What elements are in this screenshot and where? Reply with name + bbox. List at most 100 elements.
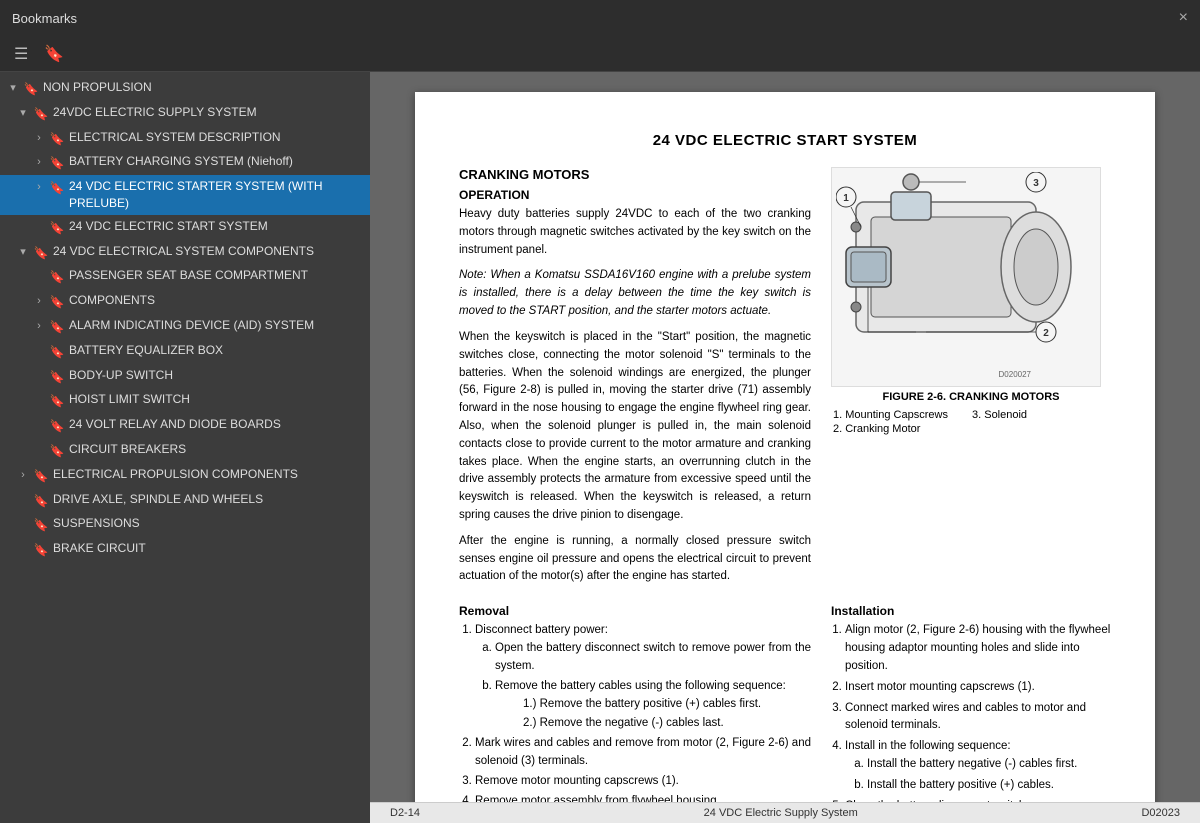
toggle-elec-sys-desc[interactable] [30, 129, 48, 146]
install-step-2: Insert motor mounting capscrews (1). [845, 679, 1111, 697]
installation-list: Align motor (2, Figure 2-6) housing with… [831, 622, 1111, 802]
figure-box: 3 1 2 [831, 167, 1111, 437]
sub-heading-operation: OPERATION [459, 188, 811, 202]
toggle-non-propulsion[interactable] [4, 79, 22, 96]
sidebar-item-24vdc-starter[interactable]: 🔖24 VDC ELECTRIC STARTER SYSTEM (WITH PR… [0, 175, 370, 215]
svg-text:1: 1 [843, 193, 849, 204]
sidebar-label-alarm-device: ALARM INDICATING DEVICE (AID) SYSTEM [66, 317, 366, 334]
bookmark-icon-hoist-limit: 🔖 [48, 391, 66, 410]
removal-step-1b: Remove the battery cables using the foll… [495, 678, 811, 733]
page-footer: D2-14 24 VDC Electric Supply System D020… [370, 802, 1200, 823]
svg-text:2: 2 [1043, 328, 1049, 339]
sidebar-item-components[interactable]: 🔖COMPONENTS [0, 289, 370, 314]
para1: Heavy duty batteries supply 24VDC to eac… [459, 206, 811, 259]
sidebar-label-circuit-breakers: CIRCUIT BREAKERS [66, 441, 366, 458]
bookmark-icon-passenger-seat: 🔖 [48, 267, 66, 286]
removal-step-2: Mark wires and cables and remove from mo… [475, 735, 811, 771]
sidebar-item-24vdc-start[interactable]: 🔖24 VDC ELECTRIC START SYSTEM [0, 215, 370, 240]
toggle-circuit-breakers[interactable] [30, 441, 48, 458]
footer-left: D2-14 [390, 807, 420, 819]
sidebar-label-hoist-limit: HOIST LIMIT SWITCH [66, 391, 366, 408]
sidebar-label-24vdc-starter: 24 VDC ELECTRIC STARTER SYSTEM (WITH PRE… [66, 178, 366, 212]
bookmark-icon-24vdc-supply: 🔖 [32, 104, 50, 123]
sidebar-item-elec-propulsion[interactable]: 🔖ELECTRICAL PROPULSION COMPONENTS [0, 463, 370, 488]
svg-text:D020027: D020027 [999, 370, 1032, 379]
toggle-24volt-relay[interactable] [30, 416, 48, 433]
toggle-suspensions[interactable] [14, 515, 32, 532]
toggle-elec-propulsion[interactable] [14, 466, 32, 483]
doc-col-right: 3 1 2 [831, 167, 1111, 594]
install-step-4a: Install the battery negative (-) cables … [867, 756, 1111, 774]
removal-step-3: Remove motor mounting capscrews (1). [475, 773, 811, 791]
sidebar-label-non-propulsion: NON PROPULSION [40, 79, 366, 96]
toggle-alarm-device[interactable] [30, 317, 48, 334]
legend-item-3: 2. Cranking Motor [833, 423, 970, 435]
sidebar-item-passenger-seat[interactable]: 🔖PASSENGER SEAT BASE COMPARTMENT [0, 264, 370, 289]
figure-image: 3 1 2 [831, 167, 1101, 387]
sidebar-item-elec-sys-desc[interactable]: 🔖ELECTRICAL SYSTEM DESCRIPTION [0, 126, 370, 151]
sidebar-item-hoist-limit[interactable]: 🔖HOIST LIMIT SWITCH [0, 388, 370, 413]
sidebar: 🔖NON PROPULSION🔖24VDC ELECTRIC SUPPLY SY… [0, 72, 370, 823]
sidebar-label-body-up: BODY-UP SWITCH [66, 367, 366, 384]
sidebar-label-24vdc-start: 24 VDC ELECTRIC START SYSTEM [66, 218, 366, 235]
bookmark-icon-alarm-device: 🔖 [48, 317, 66, 336]
toggle-24vdc-starter[interactable] [30, 178, 48, 195]
toggle-hoist-limit[interactable] [30, 391, 48, 408]
toggle-24vdc-supply[interactable] [14, 104, 32, 121]
sidebar-label-passenger-seat: PASSENGER SEAT BASE COMPARTMENT [66, 267, 366, 284]
removal-step-1: Disconnect battery power: Open the batte… [475, 622, 811, 733]
two-col-lower: Removal Disconnect battery power: Open t… [459, 604, 1111, 802]
install-step-3: Connect marked wires and cables to motor… [845, 700, 1111, 736]
legend-item-2: 3. Solenoid [972, 409, 1109, 421]
footer-right: D02023 [1141, 807, 1180, 819]
bookmark-icon-drive-axle: 🔖 [32, 491, 50, 510]
sidebar-item-battery-eq[interactable]: 🔖BATTERY EQUALIZER BOX [0, 339, 370, 364]
toggle-components[interactable] [30, 292, 48, 309]
toggle-drive-axle[interactable] [14, 491, 32, 508]
page-container: 24 VDC ELECTRIC START SYSTEM CRANKING MO… [370, 72, 1200, 802]
sidebar-item-battery-charging[interactable]: 🔖BATTERY CHARGING SYSTEM (Niehoff) [0, 150, 370, 175]
removal-step-4: Remove motor assembly from flywheel hous… [475, 793, 811, 802]
bookmarks-list: 🔖NON PROPULSION🔖24VDC ELECTRIC SUPPLY SY… [0, 72, 370, 823]
toggle-brake-circuit[interactable] [14, 540, 32, 557]
installation-heading: Installation [831, 604, 1111, 618]
sidebar-item-brake-circuit[interactable]: 🔖BRAKE CIRCUIT [0, 537, 370, 562]
sidebar-item-non-propulsion[interactable]: 🔖NON PROPULSION [0, 76, 370, 101]
sidebar-item-24vdc-elec-sys[interactable]: 🔖24 VDC ELECTRICAL SYSTEM COMPONENTS [0, 240, 370, 265]
toggle-battery-charging[interactable] [30, 153, 48, 170]
sidebar-label-components: COMPONENTS [66, 292, 366, 309]
toggle-body-up[interactable] [30, 367, 48, 384]
sidebar-item-body-up[interactable]: 🔖BODY-UP SWITCH [0, 364, 370, 389]
bookmark-icon-components: 🔖 [48, 292, 66, 311]
removal-seq-1: 1.) Remove the battery positive (+) cabl… [523, 696, 811, 714]
list-view-icon[interactable]: ☰ [10, 42, 32, 66]
sidebar-item-alarm-device[interactable]: 🔖ALARM INDICATING DEVICE (AID) SYSTEM [0, 314, 370, 339]
toggle-24vdc-elec-sys[interactable] [14, 243, 32, 260]
doc-columns: CRANKING MOTORS OPERATION Heavy duty bat… [459, 167, 1111, 594]
sidebar-item-24vdc-supply[interactable]: 🔖24VDC ELECTRIC SUPPLY SYSTEM [0, 101, 370, 126]
sidebar-item-suspensions[interactable]: 🔖SUSPENSIONS [0, 512, 370, 537]
note: Note: When a Komatsu SSDA16V160 engine w… [459, 267, 811, 320]
bookmark-icon-brake-circuit: 🔖 [32, 540, 50, 559]
toggle-battery-eq[interactable] [30, 342, 48, 359]
toggle-passenger-seat[interactable] [30, 267, 48, 284]
sidebar-label-24vdc-elec-sys: 24 VDC ELECTRICAL SYSTEM COMPONENTS [50, 243, 366, 260]
sidebar-label-brake-circuit: BRAKE CIRCUIT [50, 540, 366, 557]
main-area: 🔖NON PROPULSION🔖24VDC ELECTRIC SUPPLY SY… [0, 72, 1200, 823]
sidebar-item-circuit-breakers[interactable]: 🔖CIRCUIT BREAKERS [0, 438, 370, 463]
bookmark-icon[interactable]: 🔖 [40, 42, 68, 66]
install-step-4b: Install the battery positive (+) cables. [867, 777, 1111, 795]
sidebar-item-drive-axle[interactable]: 🔖DRIVE AXLE, SPINDLE AND WHEELS [0, 488, 370, 513]
toggle-24vdc-start[interactable] [30, 218, 48, 235]
sidebar-label-elec-propulsion: ELECTRICAL PROPULSION COMPONENTS [50, 466, 366, 483]
bookmark-icon-elec-propulsion: 🔖 [32, 466, 50, 485]
sidebar-item-24volt-relay[interactable]: 🔖24 VOLT RELAY AND DIODE BOARDS [0, 413, 370, 438]
sidebar-label-drive-axle: DRIVE AXLE, SPINDLE AND WHEELS [50, 491, 366, 508]
sidebar-label-24vdc-supply: 24VDC ELECTRIC SUPPLY SYSTEM [50, 104, 366, 121]
close-button[interactable]: × [1179, 9, 1188, 27]
toolbar: ☰ 🔖 [0, 36, 1200, 72]
removal-step-1a: Open the battery disconnect switch to re… [495, 640, 811, 676]
removal-seq-2: 2.) Remove the negative (-) cables last. [523, 715, 811, 733]
bookmark-icon-elec-sys-desc: 🔖 [48, 129, 66, 148]
page-title: 24 VDC ELECTRIC START SYSTEM [459, 132, 1111, 149]
